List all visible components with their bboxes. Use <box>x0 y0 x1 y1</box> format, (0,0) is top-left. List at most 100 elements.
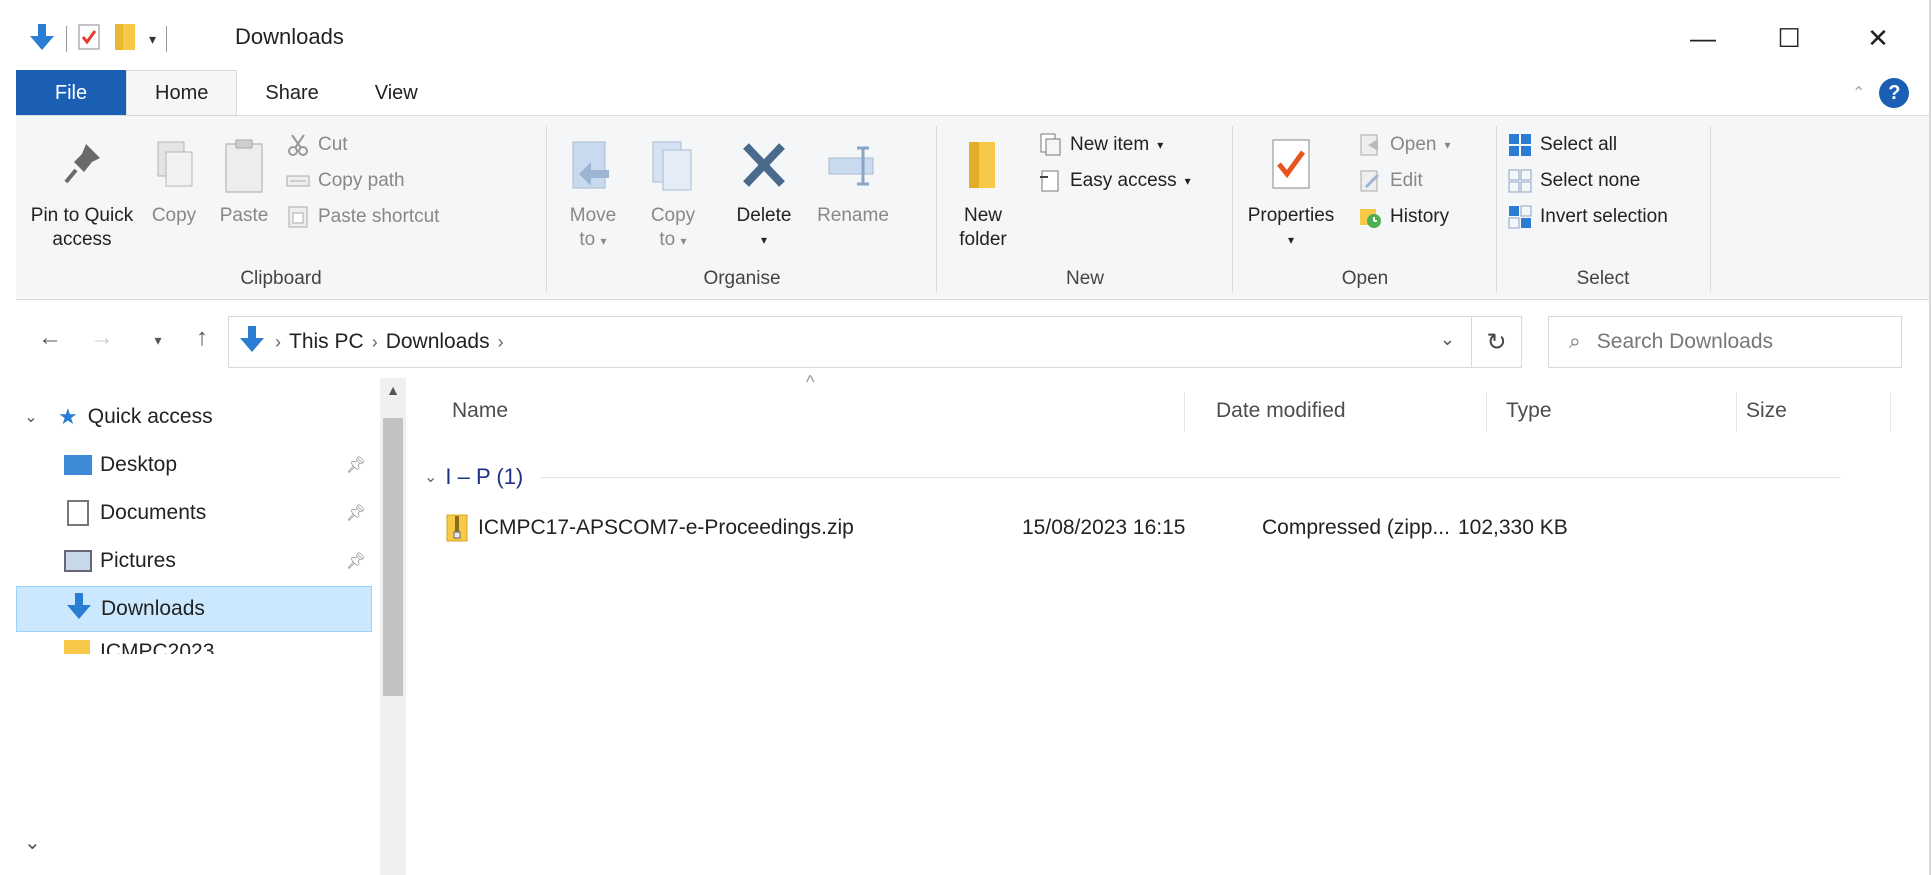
move-to-button[interactable]: Move to ▾ <box>556 136 630 253</box>
column-divider[interactable] <box>1736 392 1737 432</box>
paste-shortcut-button[interactable]: Paste shortcut <box>286 200 439 234</box>
pin-to-quick-access-button[interactable]: Pin to Quick access <box>22 136 142 252</box>
address-row: ← → ▾ ↑ › This PC › Downloads › ⌄ ↻ ⌕ Se… <box>0 308 1931 372</box>
customize-toolbar-chevron-icon[interactable]: ▾ <box>149 31 156 48</box>
tab-view[interactable]: View <box>347 70 446 116</box>
pin-label-line2: access <box>52 229 112 250</box>
star-icon: ★ <box>58 404 78 429</box>
group-header[interactable]: ⌄ I – P (1) <box>424 464 1842 490</box>
new-item-dropdown-icon: ▾ <box>1157 138 1164 152</box>
column-divider[interactable] <box>1890 392 1891 432</box>
group-divider <box>1496 126 1497 292</box>
paste-button[interactable]: Paste <box>212 136 276 228</box>
minimize-button[interactable]: — <box>1673 14 1733 62</box>
breadcrumb-downloads[interactable]: Downloads <box>386 330 490 354</box>
nav-item-desktop[interactable]: Desktop 📌︎ <box>16 442 372 488</box>
new-group: New folder New item ▾ Easy access ▾ New <box>942 126 1228 296</box>
clipboard-icon <box>218 136 270 198</box>
column-header-type[interactable]: Type <box>1506 378 1552 444</box>
help-icon[interactable]: ? <box>1879 78 1910 108</box>
invert-selection-button[interactable]: Invert selection <box>1508 200 1668 234</box>
refresh-button[interactable]: ↻ <box>1472 316 1522 368</box>
invert-selection-icon <box>1508 205 1532 229</box>
pin-icon[interactable]: 📌︎ <box>346 455 366 475</box>
copy-path-icon <box>286 169 310 193</box>
column-divider[interactable] <box>1184 392 1185 432</box>
group-divider <box>936 126 937 292</box>
nav-item-label: Desktop <box>100 453 178 476</box>
column-header-date-modified[interactable]: Date modified <box>1216 378 1346 444</box>
history-button[interactable]: History <box>1358 200 1449 234</box>
expand-chevron-icon[interactable]: ⌄ <box>24 830 41 855</box>
forward-arrow-icon[interactable]: → <box>84 324 120 352</box>
scroll-up-icon[interactable]: ▲ <box>380 382 406 398</box>
tab-home[interactable]: Home <box>126 70 238 116</box>
nav-quick-access-label: Quick access <box>87 405 213 428</box>
clipboard-group: Pin to Quick access Copy Paste Cut Copy … <box>16 126 546 296</box>
up-arrow-icon[interactable]: ↑ <box>184 324 220 352</box>
expand-chevron-icon[interactable]: ⌄ <box>16 407 46 427</box>
copy-path-button[interactable]: Copy path <box>286 164 405 198</box>
collapse-ribbon-icon[interactable]: ⌃ <box>1852 83 1865 103</box>
address-bar[interactable]: › This PC › Downloads › ⌄ <box>228 316 1472 368</box>
easy-access-button[interactable]: Easy access ▾ <box>1038 164 1191 198</box>
breadcrumb-chevron-icon[interactable]: › <box>275 332 281 353</box>
file-size: 102,330 KB <box>1458 516 1568 539</box>
nav-item-documents[interactable]: Documents 📌︎ <box>16 490 372 536</box>
address-history-dropdown-icon[interactable]: ⌄ <box>1440 329 1455 350</box>
invert-selection-label: Invert selection <box>1540 206 1668 227</box>
group-header-label: I – P (1) <box>445 464 524 489</box>
tab-share[interactable]: Share <box>237 70 346 116</box>
nav-quick-access[interactable]: ⌄ ★ Quick access <box>16 394 372 440</box>
close-button[interactable]: ✕ <box>1848 14 1908 62</box>
move-to-dropdown-icon: ▾ <box>600 234 607 248</box>
cut-button[interactable]: Cut <box>286 128 348 162</box>
breadcrumb-chevron-icon[interactable]: › <box>498 332 504 353</box>
tab-file[interactable]: File <box>16 70 126 116</box>
file-name: ICMPC17-APSCOM7-e-Proceedings.zip <box>478 516 854 539</box>
delete-button[interactable]: Delete ▾ <box>724 136 804 252</box>
nav-item-label: Documents <box>100 501 207 524</box>
open-button[interactable]: Open ▾ <box>1358 128 1451 162</box>
select-none-button[interactable]: Select none <box>1508 164 1640 198</box>
nav-scrollbar[interactable]: ▲ <box>380 378 406 875</box>
select-all-button[interactable]: Select all <box>1508 128 1617 162</box>
recent-locations-chevron-icon[interactable]: ▾ <box>140 332 176 349</box>
copy-to-button[interactable]: Copy to ▾ <box>636 136 710 253</box>
column-header-name[interactable]: Name <box>452 378 508 444</box>
nav-item-pictures[interactable]: Pictures 📌︎ <box>16 538 372 584</box>
move-to-icon <box>567 136 619 198</box>
pin-icon[interactable]: 📌︎ <box>346 551 366 571</box>
delete-label: Delete <box>736 205 792 226</box>
copy-to-dropdown-icon: ▾ <box>680 234 687 248</box>
breadcrumb-chevron-icon[interactable]: › <box>372 332 378 353</box>
properties-icon[interactable] <box>77 23 101 56</box>
table-row[interactable]: ICMPC17-APSCOM7-e-Proceedings.zip 15/08/… <box>446 506 1916 550</box>
search-icon: ⌕ <box>1569 330 1581 353</box>
back-arrow-icon[interactable]: ← <box>32 324 68 352</box>
rename-button[interactable]: Rename <box>808 136 898 228</box>
new-item-button[interactable]: New item ▾ <box>1038 128 1163 162</box>
pin-icon[interactable]: 📌︎ <box>346 503 366 523</box>
breadcrumb-this-pc[interactable]: This PC <box>289 330 364 354</box>
collapse-group-chevron-icon[interactable]: ⌄ <box>424 467 437 487</box>
new-folder-button[interactable]: New folder <box>948 136 1018 252</box>
scrollbar-thumb[interactable] <box>383 418 403 696</box>
edit-button[interactable]: Edit <box>1358 164 1423 198</box>
nav-item-icmpc2023[interactable]: ICMPC2023 <box>16 634 372 654</box>
nav-item-downloads[interactable]: Downloads <box>16 586 372 632</box>
column-divider[interactable] <box>1486 392 1487 432</box>
address-downloads-icon <box>239 324 265 360</box>
delete-x-icon <box>738 136 790 198</box>
new-folder-icon[interactable] <box>111 22 139 57</box>
properties-button[interactable]: Properties ▾ <box>1238 136 1344 252</box>
group-divider <box>546 126 547 292</box>
copy-button[interactable]: Copy <box>144 136 204 228</box>
paste-shortcut-label: Paste shortcut <box>318 206 440 227</box>
copy-to-label-line1: Copy <box>650 205 696 226</box>
maximize-button[interactable]: ☐ <box>1759 14 1819 62</box>
search-box[interactable]: ⌕ Search Downloads <box>1548 316 1902 368</box>
column-header-size[interactable]: Size <box>1746 378 1787 444</box>
explorer-window: ▾ Downloads — ☐ ✕ File Home Share View ⌃… <box>0 0 1931 875</box>
easy-access-label: Easy access <box>1070 170 1177 191</box>
